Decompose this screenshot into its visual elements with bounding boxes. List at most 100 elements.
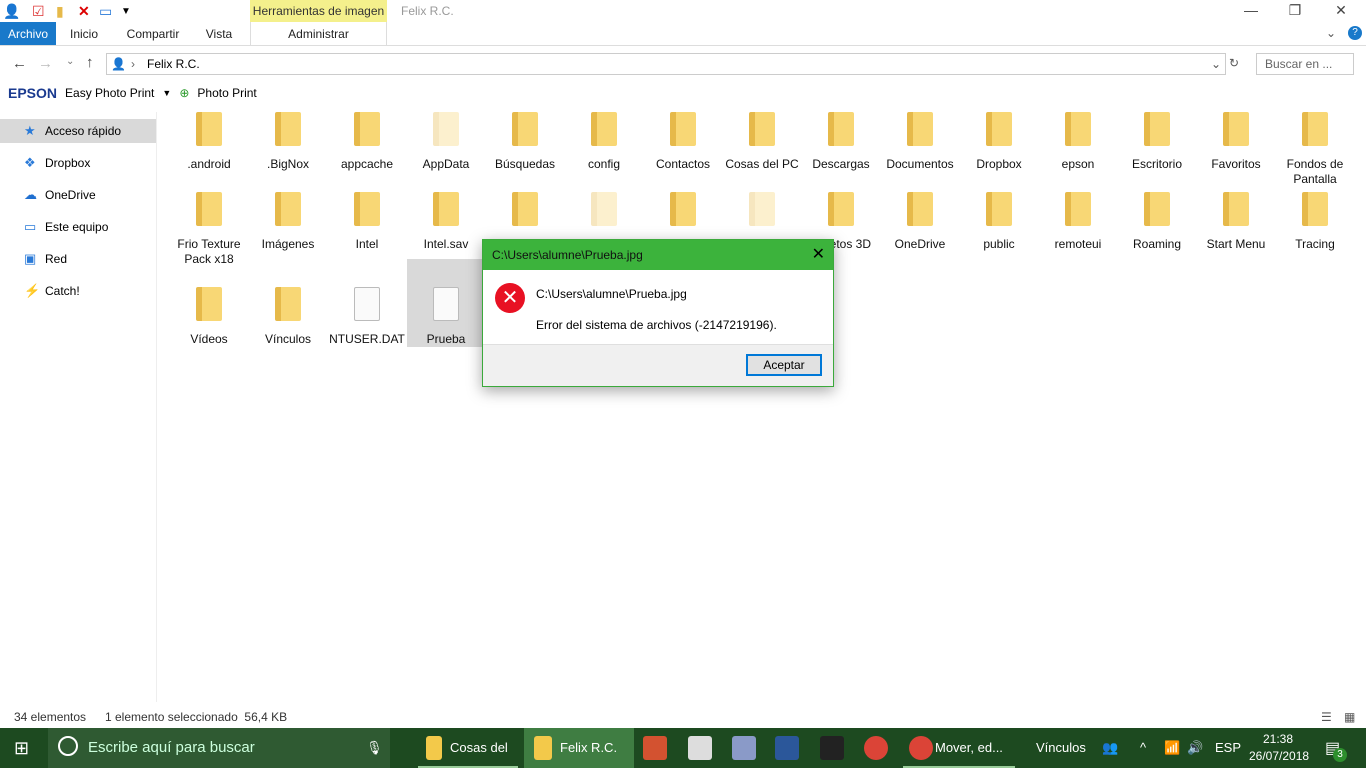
file-item[interactable]: .android (170, 112, 248, 172)
easy-photo-print-button[interactable]: Easy Photo Print (65, 86, 154, 100)
file-item[interactable]: Favoritos (1197, 112, 1275, 172)
file-item[interactable]: appcache (328, 112, 406, 172)
file-item[interactable] (723, 192, 801, 237)
nav-este-equipo[interactable]: ▭ Este equipo (0, 215, 156, 239)
microphone-icon[interactable]: 🎙 (366, 728, 383, 768)
expand-ribbon-icon[interactable]: ⌄ (1326, 26, 1336, 40)
delete-icon[interactable]: ✕ (78, 3, 90, 19)
powerpoint-icon[interactable] (643, 736, 667, 760)
address-dropdown-icon[interactable]: ⌄ (1211, 54, 1221, 74)
links-toolbar[interactable]: Vínculos (1036, 728, 1086, 768)
nav-onedrive[interactable]: ☁ OneDrive (0, 183, 156, 207)
file-item[interactable]: Búsquedas (486, 112, 564, 172)
file-item[interactable]: Tracing (1276, 192, 1354, 252)
people-icon[interactable]: 👥 (1102, 728, 1118, 768)
file-item[interactable] (644, 192, 722, 237)
rename-icon[interactable]: ▭ (99, 3, 112, 19)
file-item[interactable]: public (960, 192, 1038, 252)
star-icon: ★ (24, 123, 36, 138)
dialog-close-button[interactable]: ✕ (812, 244, 825, 264)
file-item[interactable]: OneDrive (881, 192, 959, 252)
tab-inicio[interactable]: Inicio (60, 22, 108, 45)
file-item[interactable]: Contactos (644, 112, 722, 172)
clock-time[interactable]: 21:38 (1263, 732, 1293, 746)
accept-button[interactable]: Aceptar (746, 354, 822, 376)
tab-vista[interactable]: Vista (198, 22, 240, 45)
dropdown-icon[interactable]: ▼ (162, 88, 171, 98)
photo-print-button[interactable]: Photo Print (197, 86, 256, 100)
file-item[interactable]: Dropbox (960, 112, 1038, 172)
nav-catch[interactable]: ⚡ Catch! (0, 279, 156, 303)
windows-start-button[interactable]: ⊞ (14, 728, 29, 768)
customize-dropdown-icon[interactable]: ▼ (121, 6, 131, 22)
file-item[interactable]: Start Menu (1197, 192, 1275, 252)
wifi-icon[interactable]: 📶 (1164, 728, 1180, 768)
file-item[interactable]: Cosas del PC (723, 112, 801, 172)
file-item[interactable]: Roaming (1118, 192, 1196, 252)
file-item[interactable]: Imágenes (249, 192, 327, 252)
file-item[interactable]: Fondos de Pantalla (1276, 112, 1354, 187)
close-button[interactable]: ✕ (1318, 2, 1364, 19)
file-item[interactable]: Documentos (881, 112, 959, 172)
clock-date[interactable]: 26/07/2018 (1249, 749, 1309, 763)
file-item[interactable]: Escritorio (1118, 112, 1196, 172)
file-item[interactable]: NTUSER.DAT (328, 287, 406, 347)
file-item[interactable]: Frio Texture Pack x18 (170, 192, 248, 267)
file-item[interactable]: Vídeos (170, 287, 248, 347)
forward-button[interactable]: → (38, 55, 53, 72)
calculator-icon[interactable] (688, 736, 712, 760)
file-item[interactable]: Vínculos (249, 287, 327, 347)
minimize-button[interactable]: — (1228, 2, 1274, 18)
folder-icon (1302, 192, 1328, 226)
folder-icon (196, 192, 222, 226)
chrome-icon[interactable] (864, 736, 888, 760)
large-icons-view-icon[interactable]: ▦ (1344, 708, 1355, 726)
file-item[interactable] (486, 192, 564, 237)
search-input[interactable]: Buscar en ... (1256, 53, 1354, 75)
game-icon[interactable] (820, 736, 844, 760)
context-tab-image-tools: Herramientas de imagen (250, 0, 387, 22)
file-label: Start Menu (1206, 237, 1266, 251)
taskbar-app-explorer-1[interactable]: Cosas del (418, 728, 518, 768)
tab-administrar[interactable]: Administrar (250, 22, 387, 45)
maximize-button[interactable]: ❐ (1272, 2, 1318, 19)
file-item[interactable]: Intel.sav (407, 192, 485, 252)
file-label: OneDrive (894, 237, 946, 251)
tab-compartir[interactable]: Compartir (118, 22, 188, 45)
file-item[interactable]: AppData (407, 112, 485, 172)
file-item[interactable]: remoteui (1039, 192, 1117, 252)
up-button[interactable]: ↑ (86, 54, 94, 71)
address-bar[interactable]: 👤 › Felix R.C. ⌄ (106, 53, 1226, 75)
tab-archivo[interactable]: Archivo (0, 22, 56, 45)
details-view-icon[interactable]: ☰ (1321, 708, 1332, 726)
file-item[interactable] (565, 192, 643, 237)
nav-acceso-rapido[interactable]: ★ Acceso rápido (0, 119, 156, 143)
refresh-button[interactable]: ↻ (1229, 56, 1239, 70)
word-icon[interactable] (775, 736, 799, 760)
new-folder-icon[interactable]: ▮ (56, 3, 64, 19)
show-hidden-icons[interactable]: ^ (1140, 728, 1146, 768)
breadcrumb[interactable]: Felix R.C. (147, 57, 200, 71)
file-item[interactable]: config (565, 112, 643, 172)
volume-icon[interactable]: 🔊 (1187, 728, 1203, 768)
language-indicator[interactable]: ESP (1215, 728, 1241, 768)
file-item[interactable]: epson (1039, 112, 1117, 172)
nav-red[interactable]: ▣ Red (0, 247, 156, 271)
file-item[interactable]: Intel (328, 192, 406, 252)
back-button[interactable]: ← (12, 55, 27, 72)
taskbar-app-explorer-2[interactable]: Felix R.C. (524, 728, 634, 768)
app-icon[interactable] (732, 736, 756, 760)
file-label: Cosas del PC (725, 157, 799, 171)
file-item[interactable]: .BigNox (249, 112, 327, 172)
recent-dropdown[interactable]: ⌄ (66, 56, 74, 67)
file-label: Tracing (1295, 237, 1335, 251)
file-label: remoteui (1054, 237, 1102, 251)
properties-icon[interactable]: ☑ (32, 3, 45, 19)
taskbar-search-input[interactable]: Escribe aquí para buscar (48, 728, 390, 768)
file-label: Intel.sav (423, 237, 469, 251)
help-icon[interactable]: ? (1348, 26, 1362, 40)
file-item[interactable]: Descargas (802, 112, 880, 172)
taskbar-app-chrome[interactable]: Mover, ed... (903, 728, 1015, 768)
nav-dropbox[interactable]: ❖ Dropbox (0, 151, 156, 175)
file-item[interactable]: Prueba (407, 259, 485, 347)
